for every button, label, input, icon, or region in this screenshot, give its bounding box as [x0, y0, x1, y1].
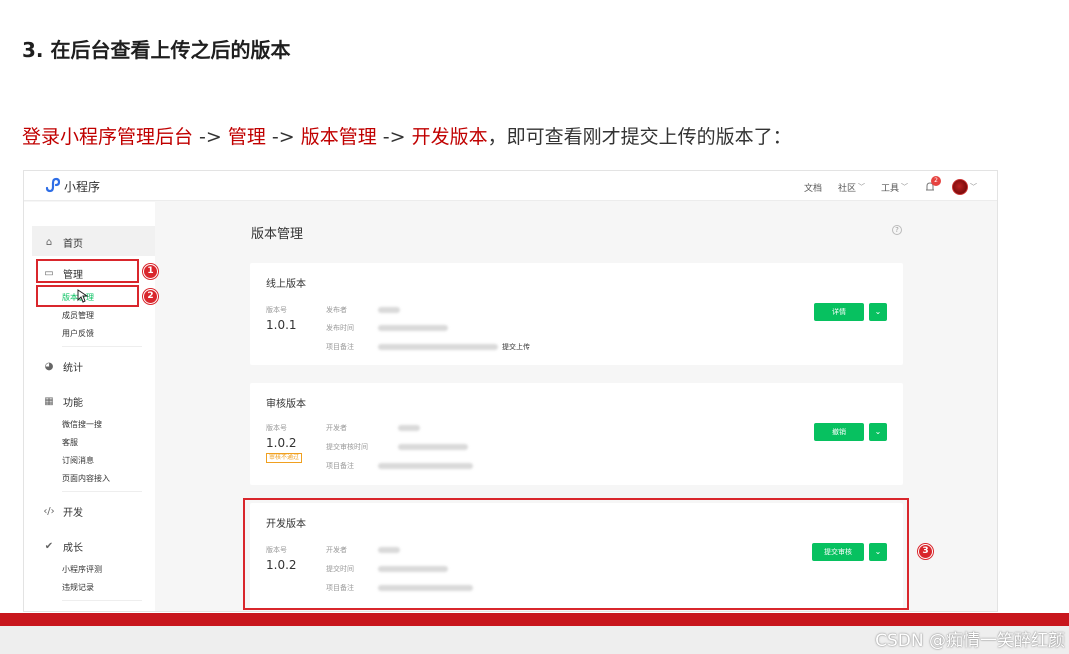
nav-tools-menu[interactable]: 工具 ﹀ — [881, 181, 908, 194]
mini-program-admin-screenshot: 小程序 文档 社区﹀ 工具﹀ 2 ﹀ ⌂首页 ▭管理 版本管理 成员管理 用户反… — [23, 170, 998, 612]
sidebar-sub-wechat-search[interactable]: 微信搜一搜 — [62, 419, 102, 430]
doc-intro: 登录小程序管理后台 -> 管理 -> 版本管理 -> 开发版本，即可查看刚才提交… — [22, 126, 792, 148]
mini-program-logo-icon — [45, 177, 60, 193]
sidebar-item-features[interactable]: ▦ 功能 — [43, 394, 83, 409]
notification-button[interactable]: 2 — [924, 176, 941, 193]
field-label: 发布时间 — [326, 324, 354, 332]
blurred-value — [378, 307, 400, 313]
nav-community-menu[interactable]: 社区 ﹀ — [838, 181, 865, 194]
intro-tail: ，即可查看刚才提交上传的版本了： — [487, 126, 792, 148]
sidebar-sub-evaluation[interactable]: 小程序评测 — [62, 564, 102, 575]
code-icon: ‹/› — [43, 506, 55, 517]
sidebar-sub-customer-service[interactable]: 客服 — [62, 437, 78, 448]
card-title: 审核版本 — [266, 399, 306, 410]
sidebar-item-stats[interactable]: ◕ 统计 — [43, 359, 83, 374]
chevron-down-icon: ﹀ — [901, 183, 908, 191]
more-dropdown-button[interactable]: ⌄ — [869, 303, 887, 321]
csdn-watermark: CSDN @痴情一笑醉红颜 — [875, 631, 1065, 651]
pie-chart-icon: ◕ — [44, 361, 54, 372]
nav-docs-link[interactable]: 文档 — [804, 181, 822, 194]
blurred-value — [378, 344, 498, 350]
field-label: 提交审核时间 — [326, 443, 368, 451]
doc-heading: 3. 在后台查看上传之后的版本 — [22, 38, 291, 62]
field-label: 发布者 — [326, 306, 347, 314]
version-label: 版本号 — [266, 306, 287, 314]
intro-step-version-manage: 版本管理 — [300, 126, 377, 148]
sidebar-item-growth[interactable]: ✔ 成长 — [43, 539, 83, 554]
intro-step-dev-version: 开发版本 — [411, 126, 488, 148]
blurred-value — [398, 425, 420, 431]
card-title: 线上版本 — [266, 279, 306, 290]
sidebar-sub-page-content[interactable]: 页面内容接入 — [62, 473, 110, 484]
sprout-icon: ✔ — [44, 541, 54, 552]
slide-footer-band — [0, 613, 1069, 626]
top-bar: 小程序 文档 社区 ﹀ 工具 ﹀ 2 ﹀ — [24, 171, 997, 201]
home-icon: ⌂ — [45, 237, 53, 248]
step-marker-3: 3 — [918, 544, 933, 559]
chevron-down-icon: ﹀ — [970, 183, 977, 191]
grid-icon: ▦ — [44, 396, 54, 407]
intro-step-manage: 管理 — [227, 126, 266, 148]
version-number: 1.0.2 — [266, 436, 297, 450]
sidebar-sub-subscribe-message[interactable]: 订阅消息 — [62, 455, 94, 466]
chevron-down-icon: ﹀ — [857, 183, 865, 191]
app-name: 小程序 — [64, 180, 101, 194]
page-title: 版本管理 — [251, 227, 304, 242]
sidebar-item-dev[interactable]: ‹/› 开发 — [43, 504, 83, 519]
notification-badge: 2 — [931, 176, 941, 186]
field-label: 项目备注 — [326, 343, 354, 351]
field-label: 项目备注 — [326, 462, 354, 470]
sidebar-divider — [62, 491, 142, 492]
highlight-box-develop-version — [243, 498, 909, 610]
sidebar-divider — [62, 346, 142, 347]
bell-icon: 2 — [924, 176, 941, 193]
highlight-box-manage — [36, 259, 139, 283]
blurred-value — [398, 444, 468, 450]
account-menu[interactable]: ﹀ — [952, 179, 977, 195]
online-version-card: 线上版本 版本号 1.0.1 发布者 发布时间 项目备注 提交上传 详情 ⌄ — [250, 263, 903, 365]
version-number: 1.0.1 — [266, 318, 297, 332]
project-note: 提交上传 — [502, 343, 530, 351]
version-label: 版本号 — [266, 424, 287, 432]
step-marker-1: 1 — [143, 264, 158, 279]
more-dropdown-button[interactable]: ⌄ — [869, 423, 887, 441]
avatar — [952, 179, 968, 195]
mouse-cursor-icon — [77, 289, 89, 303]
sidebar-item-home[interactable]: ⌂ 首页 — [43, 235, 83, 250]
sidebar-sub-user-feedback[interactable]: 用户反馈 — [62, 328, 94, 339]
top-nav: 文档 社区 ﹀ 工具 ﹀ 2 ﹀ — [788, 176, 977, 195]
details-button[interactable]: 详情 — [814, 303, 864, 321]
sidebar-sub-violations[interactable]: 违规记录 — [62, 582, 94, 593]
intro-step-login: 登录小程序管理后台 — [22, 126, 194, 148]
field-label: 开发者 — [326, 424, 347, 432]
help-icon[interactable]: ? — [892, 225, 902, 235]
review-version-card: 审核版本 版本号 1.0.2 审核不通过 开发者 提交审核时间 项目备注 撤销 … — [250, 383, 903, 485]
blurred-value — [378, 325, 448, 331]
status-badge: 审核不通过 — [266, 453, 303, 463]
sidebar-sub-member-manage[interactable]: 成员管理 — [62, 310, 94, 321]
revoke-button[interactable]: 撤销 — [814, 423, 864, 441]
blurred-value — [378, 463, 473, 469]
step-marker-2: 2 — [143, 289, 158, 304]
sidebar-divider — [62, 600, 142, 601]
